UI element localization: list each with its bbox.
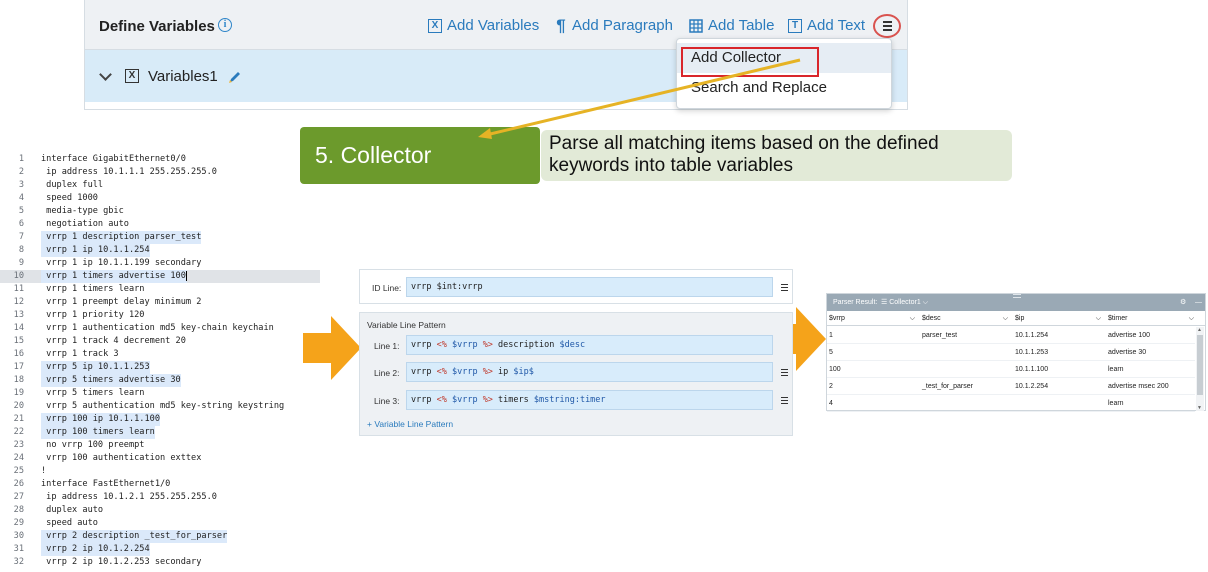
arrow-right-icon (303, 316, 361, 380)
code-line: 12 vrrp 1 preempt delay minimum 2 (13, 297, 202, 307)
code-line-highlighted: 18 vrrp 5 timers advertise 30 (13, 374, 181, 387)
step-label: 5. Collector (300, 127, 540, 184)
pencil-icon[interactable] (228, 70, 242, 84)
table-row[interactable]: 5 10.1.1.253 advertise 30 (827, 344, 1195, 361)
column-header[interactable]: $timer ⌵ (1106, 311, 1198, 326)
add-variables-button[interactable]: X Add Variables (428, 17, 539, 34)
code-line-highlighted: 21 vrrp 100 ip 10.1.1.100 (13, 413, 160, 426)
code-line: 28 duplex auto (13, 505, 104, 515)
code-editor[interactable]: 1 interface GigabitEthernet0/0 2 ip addre… (0, 153, 320, 572)
result-column-headers: $vrrp ⌵ $desc ⌵ $ip ⌵ $timer ⌵ (827, 311, 1205, 326)
menu-item-add-collector[interactable]: Add Collector (677, 43, 891, 77)
add-text-label: Add Text (807, 17, 866, 34)
parser-result-panel: Parser Result: ☰ Collector1 ⌵ ⚙ — $vrrp ⌵… (826, 293, 1206, 412)
variable-box-icon: X (428, 18, 442, 33)
add-variables-label: Add Variables (447, 17, 540, 34)
more-menu-dropdown: Add Collector Search and Replace (676, 38, 892, 109)
code-line: 32 vrrp 2 ip 10.1.2.253 secondary (13, 557, 202, 567)
info-icon[interactable]: i (218, 18, 232, 32)
menu-icon[interactable] (781, 397, 788, 404)
code-line: 27 ip address 10.1.2.1 255.255.255.0 (13, 492, 217, 502)
code-line: 13 vrrp 1 priority 120 (13, 310, 145, 320)
variable-group-name: Variables1 (148, 68, 218, 85)
table-row[interactable]: 1 parser_test 10.1.1.254 advertise 100 (827, 327, 1195, 344)
variable-box-icon: X (125, 69, 139, 83)
id-line-row: ID Line: vrrp $int:vrrp (359, 269, 793, 304)
text-cursor (185, 270, 187, 281)
drag-handle[interactable] (1013, 294, 1021, 298)
line2-label: Line 2: (374, 368, 400, 378)
add-paragraph-label: Add Paragraph (572, 17, 673, 34)
code-line-highlighted: 22 vrrp 100 timers learn (13, 426, 155, 439)
collector-select[interactable]: ☰ Collector1 ⌵ (881, 294, 928, 311)
code-line: 9 vrrp 1 ip 10.1.1.199 secondary (18, 258, 202, 268)
step-description: Parse all matching items based on the de… (541, 130, 1012, 181)
variable-line-pattern-title: Variable Line Pattern (367, 320, 446, 330)
code-line: 19 vrrp 5 timers learn (13, 388, 145, 398)
line3-input[interactable]: vrrp <% $vrrp %> timers $mstring:timer (406, 390, 773, 410)
code-line: 2 ip address 10.1.1.1 255.255.255.0 (18, 167, 217, 177)
scroll-up-icon[interactable]: ▲ (1197, 327, 1202, 333)
table-row[interactable]: 2 _test_for_parser 10.1.2.254 advertise mse… (827, 378, 1195, 395)
code-line: 24 vrrp 100 authentication exttex (13, 453, 202, 463)
code-line-current: 10 vrrp 1 timers advertise 100 (0, 270, 320, 283)
minimize-icon[interactable]: — (1195, 294, 1202, 311)
code-line: 26 interface FastEthernet1/0 (13, 479, 171, 489)
menu-item-search-replace[interactable]: Search and Replace (677, 73, 891, 103)
code-line-highlighted: 7 vrrp 1 description parser_test (18, 231, 202, 244)
more-menu-button[interactable] (873, 14, 901, 38)
code-line-highlighted: 8 vrrp 1 ip 10.1.1.254 (18, 244, 150, 257)
paragraph-icon: ¶ (556, 15, 566, 35)
table-icon (689, 18, 703, 33)
code-line: 3 duplex full (18, 180, 104, 190)
column-header[interactable]: $vrrp ⌵ (827, 311, 919, 326)
code-line: 23 no vrrp 100 preempt (13, 440, 145, 450)
table-row[interactable]: 100 10.1.1.100 learn (827, 361, 1195, 378)
code-line: 1 interface GigabitEthernet0/0 (18, 154, 186, 164)
code-line: 4 speed 1000 (18, 193, 98, 203)
pattern-panel: ID Line: vrrp $int:vrrp Variable Line Pa… (359, 269, 793, 436)
code-line: 16 vrrp 1 track 3 (13, 349, 119, 359)
code-line: 11 vrrp 1 timers learn (13, 284, 145, 294)
chevron-down-icon[interactable] (99, 68, 112, 81)
code-line-highlighted: 17 vrrp 5 ip 10.1.1.253 (13, 361, 150, 374)
variable-line-pattern-section: Variable Line Pattern Line 1: vrrp <% $v… (359, 312, 793, 436)
add-text-button[interactable]: T Add Text (788, 17, 865, 34)
add-table-button[interactable]: Add Table (689, 17, 774, 34)
code-line: 14 vrrp 1 authentication md5 key-chain k… (13, 323, 274, 333)
scrollbar[interactable]: ▲ ▼ (1196, 327, 1204, 411)
add-table-label: Add Table (708, 17, 775, 34)
parser-result-header: Parser Result: ☰ Collector1 ⌵ ⚙ — (827, 294, 1205, 311)
code-line: 5 media-type gbic (18, 206, 124, 216)
column-header[interactable]: $desc ⌵ (920, 311, 1012, 326)
menu-icon[interactable] (781, 284, 788, 291)
code-line: 25! (13, 466, 47, 476)
column-header[interactable]: $ip ⌵ (1013, 311, 1105, 326)
parser-result-title: Parser Result: (833, 299, 878, 306)
code-line-highlighted: 30 vrrp 2 description _test_for_parser (13, 530, 228, 543)
page-title: Define Variables (99, 18, 215, 35)
scrollbar-thumb[interactable] (1197, 335, 1203, 395)
menu-icon[interactable] (781, 369, 788, 376)
code-line: 6 negotiation auto (18, 219, 129, 229)
scroll-down-icon[interactable]: ▼ (1197, 405, 1202, 411)
line1-input[interactable]: vrrp <% $vrrp %> description $desc (406, 335, 773, 355)
code-line-highlighted: 31 vrrp 2 ip 10.1.2.254 (13, 543, 150, 556)
line3-label: Line 3: (374, 396, 400, 406)
add-variable-line-pattern-link[interactable]: + Variable Line Pattern (367, 419, 453, 429)
add-paragraph-button[interactable]: ¶ Add Paragraph (555, 15, 673, 35)
menu-icon (883, 21, 892, 23)
id-line-label: ID Line: (372, 283, 402, 293)
line1-label: Line 1: (374, 341, 400, 351)
code-line: 15 vrrp 1 track 4 decrement 20 (13, 336, 186, 346)
gear-icon[interactable]: ⚙ (1180, 294, 1186, 311)
code-line: 20 vrrp 5 authentication md5 key-string … (13, 401, 285, 411)
id-line-input[interactable]: vrrp $int:vrrp (406, 277, 773, 297)
code-line: 29 speed auto (13, 518, 98, 528)
text-box-icon: T (788, 18, 802, 33)
line2-input[interactable]: vrrp <% $vrrp %> ip $ip$ (406, 362, 773, 382)
table-row[interactable]: 4 learn (827, 395, 1195, 412)
